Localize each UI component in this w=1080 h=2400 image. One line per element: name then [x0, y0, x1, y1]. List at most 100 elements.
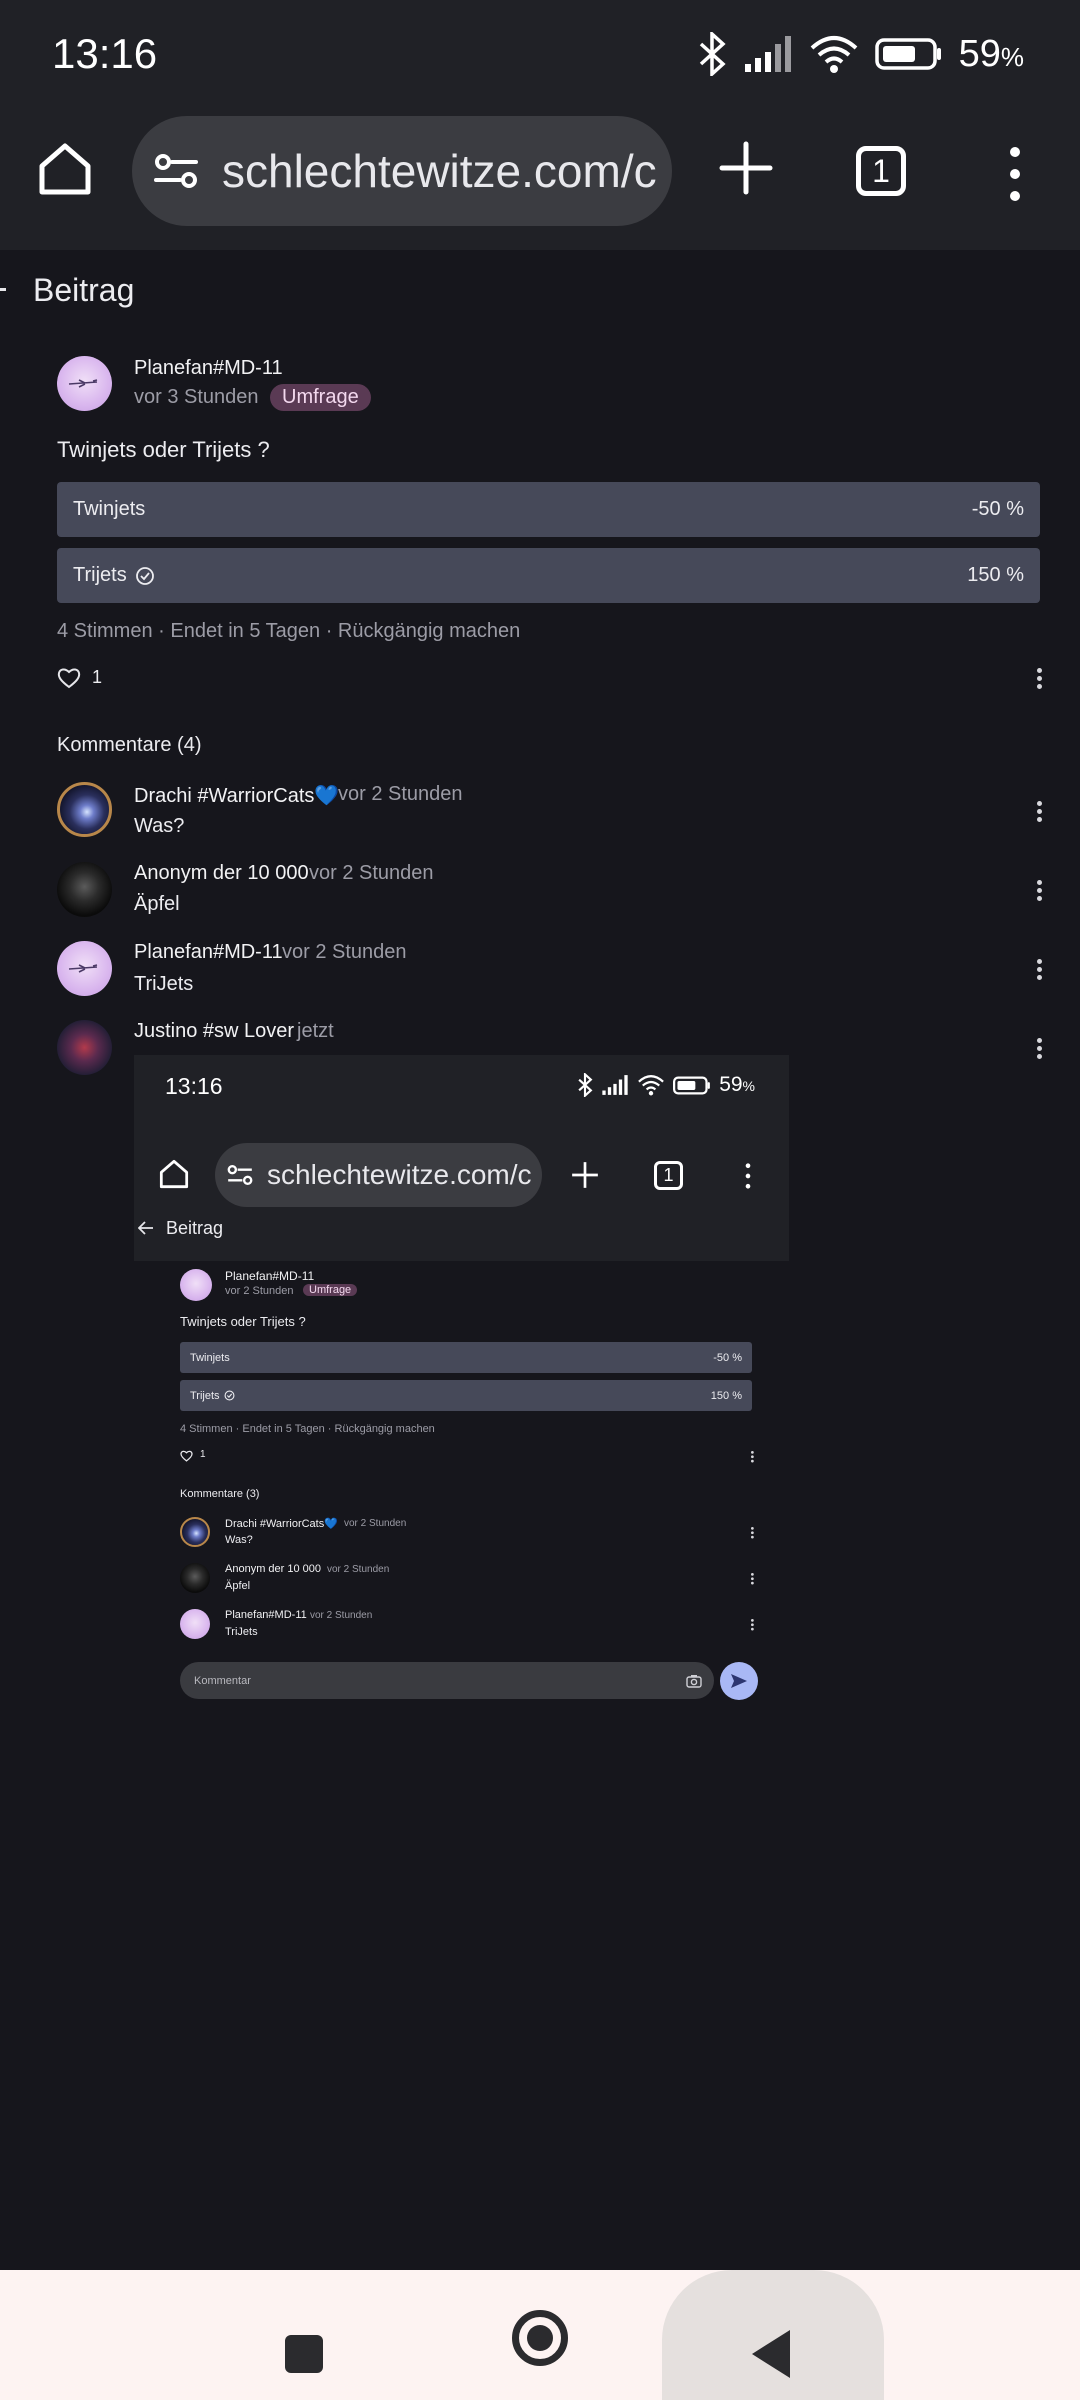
embed-comment-author: Planefan#MD-11	[225, 1609, 307, 1621]
comment-more-icon[interactable]	[1037, 1038, 1043, 1062]
embed-comment-text: TriJets	[225, 1626, 258, 1638]
embed-comment-more-icon	[751, 1573, 754, 1586]
poll-end: Endet in 5 Tagen	[170, 620, 321, 642]
battery-icon	[673, 1076, 711, 1094]
embed-comments-header: Kommentare (3)	[180, 1488, 260, 1500]
avatar[interactable]	[57, 1020, 112, 1075]
signal-icon	[602, 1075, 628, 1095]
comment-image[interactable]: 13:16 59% schlechtewitze.com/c 1 Beitrag…	[134, 1055, 789, 1716]
page-header: Beitrag	[0, 250, 1080, 336]
url-text: schlechtewitze.com/c	[222, 145, 657, 197]
embed-poll-end: Endet in 5 Tagen	[242, 1423, 325, 1435]
embed-poll-option: Trijets 150 %	[180, 1380, 752, 1411]
status-time: 13:16	[52, 30, 158, 77]
poll-option-twinjets[interactable]: Twinjets -50 %	[57, 482, 1040, 537]
poll-badge: Umfrage	[270, 384, 371, 411]
poll-option-trijets[interactable]: Trijets 150 %	[57, 548, 1040, 603]
plane-icon	[68, 379, 98, 388]
check-circle-icon	[224, 1390, 234, 1401]
embed-input-placeholder: Kommentar	[194, 1674, 251, 1687]
avatar[interactable]	[57, 782, 112, 837]
signal-icon	[744, 36, 791, 72]
poll-option-percentage: 150 %	[967, 564, 1024, 586]
recents-button[interactable]	[285, 2335, 323, 2373]
battery-icon	[874, 38, 941, 70]
back-button[interactable]	[752, 2330, 790, 2378]
post-author[interactable]: Planefan#MD-11	[134, 357, 283, 380]
camera-icon	[686, 1675, 702, 1688]
embed-comment-time: vor 2 Stunden	[327, 1564, 390, 1575]
check-circle-icon	[135, 566, 154, 585]
embed-like-count: 1	[200, 1449, 206, 1460]
home-button[interactable]	[512, 2310, 568, 2366]
embed-comment-text: Äpfel	[225, 1580, 251, 1592]
avatar[interactable]	[57, 862, 112, 917]
post-more-icon[interactable]	[1037, 668, 1043, 692]
new-tab-icon[interactable]	[718, 140, 774, 196]
embed-comment-time: vor 2 Stunden	[310, 1610, 373, 1621]
avatar[interactable]	[57, 941, 112, 996]
site-settings-icon	[227, 1164, 253, 1186]
embed-poll-label: Trijets	[190, 1389, 220, 1402]
embed-vote-count: 4 Stimmen	[180, 1423, 233, 1435]
comment-author[interactable]: Planefan#MD-11	[134, 941, 283, 964]
embed-poll-pct: -50 %	[713, 1351, 742, 1364]
more-menu-icon[interactable]	[1000, 144, 1030, 204]
embed-url-text: schlechtewitze.com/c	[267, 1159, 532, 1190]
avatar[interactable]	[57, 356, 112, 411]
more-menu-icon	[745, 1163, 751, 1189]
embed-comment-input: Kommentar	[180, 1662, 714, 1699]
embed-status-time: 13:16	[165, 1073, 223, 1099]
post-time: vor 3 Stunden	[134, 386, 259, 408]
embed-tab-switcher: 1	[654, 1161, 683, 1190]
avatar	[180, 1517, 210, 1547]
embed-poll-label-wrap: Trijets	[190, 1390, 235, 1402]
comment-author[interactable]: Justino #sw Lover	[134, 1020, 294, 1043]
embed-status-bar: 13:16 59%	[134, 1055, 789, 1120]
url-bar[interactable]: schlechtewitze.com/c	[132, 116, 672, 226]
bluetooth-icon	[578, 1073, 593, 1097]
embed-poll-pct: 150 %	[710, 1389, 742, 1402]
comment-more-icon[interactable]	[1037, 801, 1043, 825]
plane-icon	[68, 964, 98, 973]
embed-poll-badge: Umfrage	[303, 1284, 358, 1296]
bluetooth-icon	[699, 32, 726, 76]
tab-switcher-button[interactable]: 1	[856, 146, 906, 196]
browser-toolbar: schlechtewitze.com/c 1	[0, 110, 1080, 250]
embed-comment-author: Anonym der 10 000	[225, 1563, 322, 1575]
comment-text: TriJets	[134, 973, 194, 995]
comment-more-icon[interactable]	[1037, 880, 1043, 904]
battery-percentage: 59%	[958, 32, 1024, 75]
avatar	[180, 1563, 210, 1593]
avatar	[180, 1609, 210, 1639]
comment-author[interactable]: Drachi #WarriorCats💙	[134, 783, 339, 808]
heart-icon[interactable]	[57, 667, 81, 689]
site-settings-icon[interactable]	[154, 151, 198, 191]
comment-more-icon[interactable]	[1037, 959, 1043, 983]
back-arrow-icon[interactable]	[0, 288, 6, 291]
embed-post-author: Planefan#MD-11	[225, 1269, 315, 1283]
embed-poll-option: Twinjets -50 %	[180, 1342, 752, 1373]
poll-meta: 4 Stimmen · Endet in 5 Tagen · Rückgängi…	[57, 620, 521, 642]
embed-poll-label: Twinjets	[190, 1351, 230, 1364]
comment-author[interactable]: Anonym der 10 000	[134, 862, 309, 885]
like-count: 1	[92, 667, 103, 687]
post-question: Twinjets oder Trijets ?	[57, 437, 270, 462]
embed-post-time: vor 2 Stunden	[225, 1285, 294, 1297]
embed-undo-link: Rückgängig machen	[334, 1423, 435, 1435]
back-arrow-icon	[138, 1221, 153, 1235]
embed-url-bar: schlechtewitze.com/c	[215, 1143, 542, 1207]
embed-more-icon	[751, 1451, 754, 1464]
embed-toolbar: schlechtewitze.com/c 1	[134, 1120, 789, 1261]
embed-send-button	[720, 1662, 758, 1700]
vote-count: 4 Stimmen	[57, 620, 153, 642]
comment-text: Äpfel	[134, 893, 180, 915]
wifi-icon	[810, 36, 857, 73]
embed-comment-more-icon	[751, 1527, 754, 1540]
poll-option-percentage: -50 %	[971, 498, 1024, 520]
embed-question: Twinjets oder Trijets ?	[180, 1314, 306, 1329]
embed-comment-author: Drachi #WarriorCats💙	[225, 1518, 338, 1530]
home-icon[interactable]	[36, 140, 94, 198]
undo-vote-link[interactable]: Rückgängig machen	[338, 620, 520, 642]
embed-status-icons: 59%	[577, 1073, 755, 1097]
